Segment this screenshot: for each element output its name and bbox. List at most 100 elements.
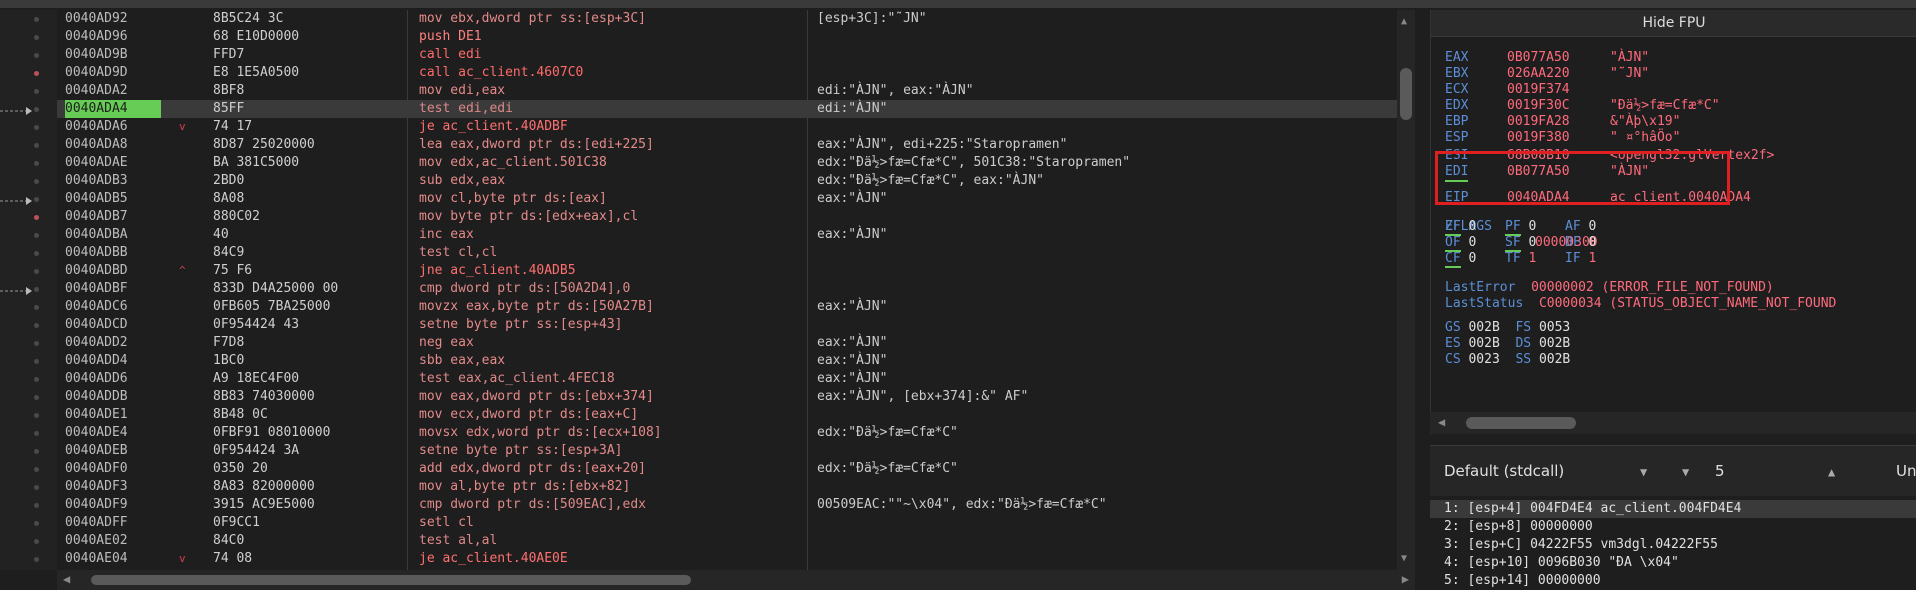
instruction-text[interactable]: mov edx,ac_client.501C38: [419, 154, 859, 172]
instruction-address[interactable]: 0040AD92: [65, 10, 161, 28]
instruction-text[interactable]: cmp dword ptr ds:[50A2D4],0: [419, 280, 859, 298]
instruction-text[interactable]: movsx edx,word ptr ds:[ecx+108]: [419, 424, 859, 442]
breakpoint-marker-icon[interactable]: [34, 71, 39, 76]
disasm-row[interactable]: 0040ADBA 40 inc eax eax:"ÀJN": [57, 226, 1397, 244]
instruction-address[interactable]: 0040AD9D: [65, 64, 161, 82]
segment-value[interactable]: 0053: [1539, 320, 1570, 335]
breakpoint-marker-icon[interactable]: [34, 287, 39, 292]
spin-down-icon[interactable]: ▼: [1682, 465, 1689, 479]
flag-value[interactable]: 0: [1588, 235, 1596, 250]
top-tab[interactable]: [1700, 0, 1916, 8]
disasm-row[interactable]: 0040ADBF 833D D4A25000 00 cmp dword ptr ds…: [57, 280, 1397, 298]
stack-argument-row[interactable]: 3: [esp+C] 04222F55 vm3dgl.04222F55: [1444, 536, 1718, 554]
flag-item[interactable]: DF 0: [1565, 235, 1596, 251]
instruction-address[interactable]: 0040ADAE: [65, 154, 161, 172]
instruction-address[interactable]: 0040ADF9: [65, 496, 161, 514]
breakpoint-marker-icon[interactable]: [34, 359, 39, 364]
instruction-text[interactable]: add edx,dword ptr ds:[eax+20]: [419, 460, 859, 478]
instruction-address[interactable]: 0040ADE4: [65, 424, 161, 442]
breakpoint-marker-icon[interactable]: [34, 53, 39, 58]
calling-convention-select[interactable]: Default (stdcall): [1444, 446, 1564, 496]
flag-value[interactable]: 0: [1468, 251, 1476, 266]
scroll-left-icon[interactable]: ◀: [1438, 415, 1445, 429]
breakpoint-marker-icon[interactable]: [34, 17, 39, 22]
segment-row[interactable]: ES 002B DS 002B: [1445, 336, 1570, 352]
breakpoint-marker-icon[interactable]: [34, 467, 39, 472]
breakpoint-marker-icon[interactable]: [34, 215, 39, 220]
breakpoint-marker-icon[interactable]: [34, 143, 39, 148]
top-tab[interactable]: [500, 0, 801, 8]
instruction-address[interactable]: 0040ADC6: [65, 298, 161, 316]
disasm-row[interactable]: 0040ADD2 F7D8 neg eax eax:"ÀJN": [57, 334, 1397, 352]
breakpoint-marker-icon[interactable]: [34, 431, 39, 436]
instruction-text[interactable]: neg eax: [419, 334, 859, 352]
instruction-text[interactable]: test al,al: [419, 532, 859, 550]
scroll-thumb[interactable]: [91, 575, 691, 585]
instruction-address[interactable]: 0040ADBB: [65, 244, 161, 262]
scroll-thumb[interactable]: [1400, 68, 1412, 120]
breakpoint-marker-icon[interactable]: [34, 323, 39, 328]
instruction-text[interactable]: mov ecx,dword ptr ds:[eax+C]: [419, 406, 859, 424]
disassembly-view[interactable]: 0040AD92 8B5C24 3C mov ebx,dword ptr ss:[e…: [57, 10, 1397, 570]
stack-argument-row[interactable]: 5: [esp+14] 00000000: [1444, 572, 1601, 590]
instruction-text[interactable]: je ac_client.40AE0E: [419, 550, 859, 568]
instruction-text[interactable]: lea eax,dword ptr ds:[edi+225]: [419, 136, 859, 154]
instruction-text[interactable]: sub edx,eax: [419, 172, 859, 190]
instruction-address[interactable]: 0040ADD2: [65, 334, 161, 352]
flag-item[interactable]: AF 0: [1565, 219, 1596, 235]
instruction-address[interactable]: 0040ADBF: [65, 280, 161, 298]
instruction-address[interactable]: 0040ADDB: [65, 388, 161, 406]
breakpoint-marker-icon[interactable]: [34, 503, 39, 508]
instruction-address[interactable]: 0040ADA6: [65, 118, 161, 136]
disasm-row[interactable]: 0040AE02 84C0 test al,al: [57, 532, 1397, 550]
breakpoint-marker-icon[interactable]: [34, 125, 39, 130]
disasm-row[interactable]: 0040ADCD 0F954424 43 setne byte ptr ss:[es…: [57, 316, 1397, 334]
flag-item[interactable]: ZF 0: [1445, 219, 1476, 236]
segment-value[interactable]: 002B: [1468, 336, 1499, 351]
eflags-row[interactable]: EFLAGS 00000300: [1445, 203, 1598, 250]
instruction-address[interactable]: 0040ADBA: [65, 226, 161, 244]
stack-argument-row[interactable]: 1: [esp+4] 004FD4E4 ac_client.004FD4E4: [1430, 500, 1916, 518]
instruction-text[interactable]: call ac_client.4607C0: [419, 64, 859, 82]
disasm-row[interactable]: 0040AD9D E8 1E5A0500 call ac_client.4607C0: [57, 64, 1397, 82]
flag-value[interactable]: 0: [1528, 235, 1536, 250]
instruction-address[interactable]: 0040ADF0: [65, 460, 161, 478]
instruction-text[interactable]: setl cl: [419, 514, 859, 532]
instruction-address[interactable]: 0040ADB3: [65, 172, 161, 190]
disasm-row[interactable]: 0040ADA6 v 74 17 je ac_client.40ADBF: [57, 118, 1397, 136]
flag-item[interactable]: SF 0: [1505, 235, 1536, 252]
instruction-address[interactable]: 0040ADA8: [65, 136, 161, 154]
register-value[interactable]: 0B077A50: [1507, 50, 1570, 66]
disasm-row[interactable]: 0040ADE1 8B48 0C mov ecx,dword ptr ds:[eax…: [57, 406, 1397, 424]
segment-value[interactable]: 002B: [1468, 320, 1499, 335]
instruction-address[interactable]: 0040ADA2: [65, 82, 161, 100]
disasm-row[interactable]: 0040AD9B FFD7 call edi: [57, 46, 1397, 64]
spin-up-icon[interactable]: ▲: [1828, 465, 1835, 479]
instruction-address[interactable]: 0040AD96: [65, 28, 161, 46]
instruction-address[interactable]: 0040ADF3: [65, 478, 161, 496]
disasm-row[interactable]: 0040ADEB 0F954424 3A setne byte ptr ss:[es…: [57, 442, 1397, 460]
breakpoint-marker-icon[interactable]: [34, 107, 39, 112]
segment-value[interactable]: 002B: [1539, 336, 1570, 351]
breakpoint-marker-icon[interactable]: [34, 395, 39, 400]
breakpoint-marker-icon[interactable]: [34, 35, 39, 40]
instruction-address[interactable]: 0040AD9B: [65, 46, 161, 64]
instruction-text[interactable]: mov cl,byte ptr ds:[eax]: [419, 190, 859, 208]
top-tab[interactable]: [1100, 0, 1301, 8]
instruction-address[interactable]: 0040ADFF: [65, 514, 161, 532]
top-tab[interactable]: [1500, 0, 1701, 8]
breakpoint-marker-icon[interactable]: [34, 305, 39, 310]
stack-argument-row[interactable]: 4: [esp+10] 0096B030 "ÐA \x04": [1444, 554, 1679, 572]
disasm-row[interactable]: 0040ADC6 0FB605 7BA25000 movzx eax,byte pt…: [57, 298, 1397, 316]
unlock-label[interactable]: Un: [1896, 446, 1916, 496]
instruction-text[interactable]: mov edi,eax: [419, 82, 859, 100]
breakpoint-marker-icon[interactable]: [34, 89, 39, 94]
instruction-text[interactable]: cmp dword ptr ds:[509EAC],edx: [419, 496, 859, 514]
breakpoint-marker-icon[interactable]: [34, 179, 39, 184]
instruction-text[interactable]: test edi,edi: [419, 100, 859, 118]
segment-row[interactable]: GS 002B FS 0053: [1445, 320, 1570, 336]
flag-value[interactable]: 0: [1528, 219, 1536, 234]
disasm-row[interactable]: 0040AD96 68 E10D0000 push DE1: [57, 28, 1397, 46]
disasm-row[interactable]: 0040ADF0 0350 20 add edx,dword ptr ds:[eax…: [57, 460, 1397, 478]
disasm-row[interactable]: 0040ADAE BA 381C5000 mov edx,ac_client.501…: [57, 154, 1397, 172]
